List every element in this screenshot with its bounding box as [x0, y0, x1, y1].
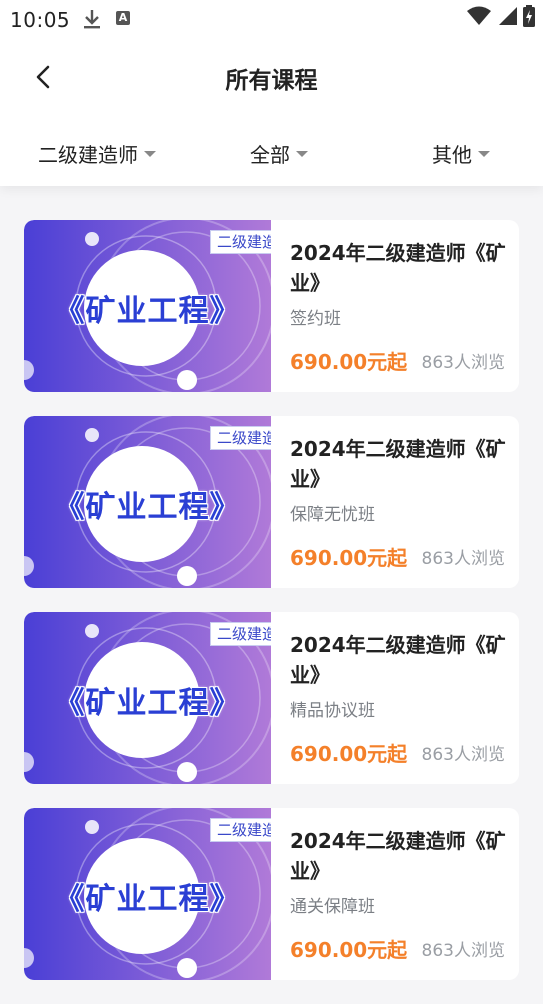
course-info: 2024年二级建造师《矿业》 通关保障班 — [290, 826, 510, 917]
thumbnail-title: 《矿业工程》 — [54, 294, 241, 329]
course-price: 690.00元起 — [290, 938, 408, 962]
course-subtitle: 通关保障班 — [290, 897, 375, 917]
filter-category[interactable]: 二级建造师 — [38, 128, 156, 178]
course-views: 863人浏览 — [421, 745, 505, 765]
course-meta: 690.00元起 863人浏览 — [290, 346, 505, 375]
course-views: 863人浏览 — [421, 549, 505, 569]
thumbnail-tag: 二级建造 — [210, 622, 271, 646]
course-card[interactable]: 《矿业工程》 二级建造 2024年二级建造师《矿业》 通关保障班 690.00元… — [24, 808, 519, 980]
course-meta: 690.00元起 863人浏览 — [290, 738, 505, 767]
filter-label: 全部 — [250, 142, 290, 167]
course-title: 2024年二级建造师《矿业》 — [290, 633, 506, 687]
thumbnail-title: 《矿业工程》 — [54, 882, 241, 917]
course-title: 2024年二级建造师《矿业》 — [290, 437, 506, 491]
battery-icon — [523, 5, 535, 31]
course-title: 2024年二级建造师《矿业》 — [290, 241, 506, 295]
nav-bar: 所有课程 — [0, 45, 543, 111]
course-meta: 690.00元起 863人浏览 — [290, 542, 505, 571]
top-bar: 10:05 A 所有课程 二级建造师 全部 其他 — [0, 0, 543, 186]
course-thumbnail: 《矿业工程》 二级建造 — [24, 416, 271, 588]
page-title: 所有课程 — [225, 68, 318, 94]
course-subtitle: 精品协议班 — [290, 701, 375, 721]
course-list: 《矿业工程》 二级建造 2024年二级建造师《矿业》 签约班 690.00元起 … — [24, 220, 519, 1004]
caret-down-icon — [478, 151, 490, 157]
filter-scope[interactable]: 全部 — [250, 128, 308, 178]
signal-icon — [497, 6, 517, 30]
course-thumbnail: 《矿业工程》 二级建造 — [24, 220, 271, 392]
course-card[interactable]: 《矿业工程》 二级建造 2024年二级建造师《矿业》 签约班 690.00元起 … — [24, 220, 519, 392]
course-card[interactable]: 《矿业工程》 二级建造 2024年二级建造师《矿业》 精品协议班 690.00元… — [24, 612, 519, 784]
course-views: 863人浏览 — [421, 353, 505, 373]
filter-label: 二级建造师 — [38, 142, 138, 167]
thumbnail-title: 《矿业工程》 — [54, 686, 241, 721]
course-thumbnail: 《矿业工程》 二级建造 — [24, 612, 271, 784]
course-thumbnail: 《矿业工程》 二级建造 — [24, 808, 271, 980]
a-badge-icon: A — [116, 11, 130, 25]
course-price: 690.00元起 — [290, 742, 408, 766]
caret-down-icon — [296, 151, 308, 157]
status-time: 10:05 — [10, 8, 71, 32]
thumbnail-tag: 二级建造 — [210, 230, 271, 254]
status-bar: 10:05 A — [0, 0, 543, 38]
filter-bar: 二级建造师 全部 其他 — [0, 128, 543, 178]
course-info: 2024年二级建造师《矿业》 精品协议班 — [290, 630, 510, 721]
filter-label: 其他 — [432, 142, 472, 167]
course-info: 2024年二级建造师《矿业》 保障无忧班 — [290, 434, 510, 525]
course-card[interactable]: 《矿业工程》 二级建造 2024年二级建造师《矿业》 保障无忧班 690.00元… — [24, 416, 519, 588]
course-subtitle: 保障无忧班 — [290, 505, 375, 525]
filter-other[interactable]: 其他 — [432, 128, 490, 178]
thumbnail-tag: 二级建造 — [210, 818, 271, 842]
course-title: 2024年二级建造师《矿业》 — [290, 829, 506, 883]
status-right-icons — [467, 5, 535, 31]
course-price: 690.00元起 — [290, 350, 408, 374]
course-meta: 690.00元起 863人浏览 — [290, 934, 505, 963]
thumbnail-title: 《矿业工程》 — [54, 490, 241, 525]
course-info: 2024年二级建造师《矿业》 签约班 — [290, 238, 510, 329]
caret-down-icon — [144, 151, 156, 157]
course-subtitle: 签约班 — [290, 309, 341, 329]
course-price: 690.00元起 — [290, 546, 408, 570]
download-icon — [82, 8, 102, 34]
thumbnail-tag: 二级建造 — [210, 426, 271, 450]
wifi-icon — [467, 6, 491, 30]
course-views: 863人浏览 — [421, 941, 505, 961]
